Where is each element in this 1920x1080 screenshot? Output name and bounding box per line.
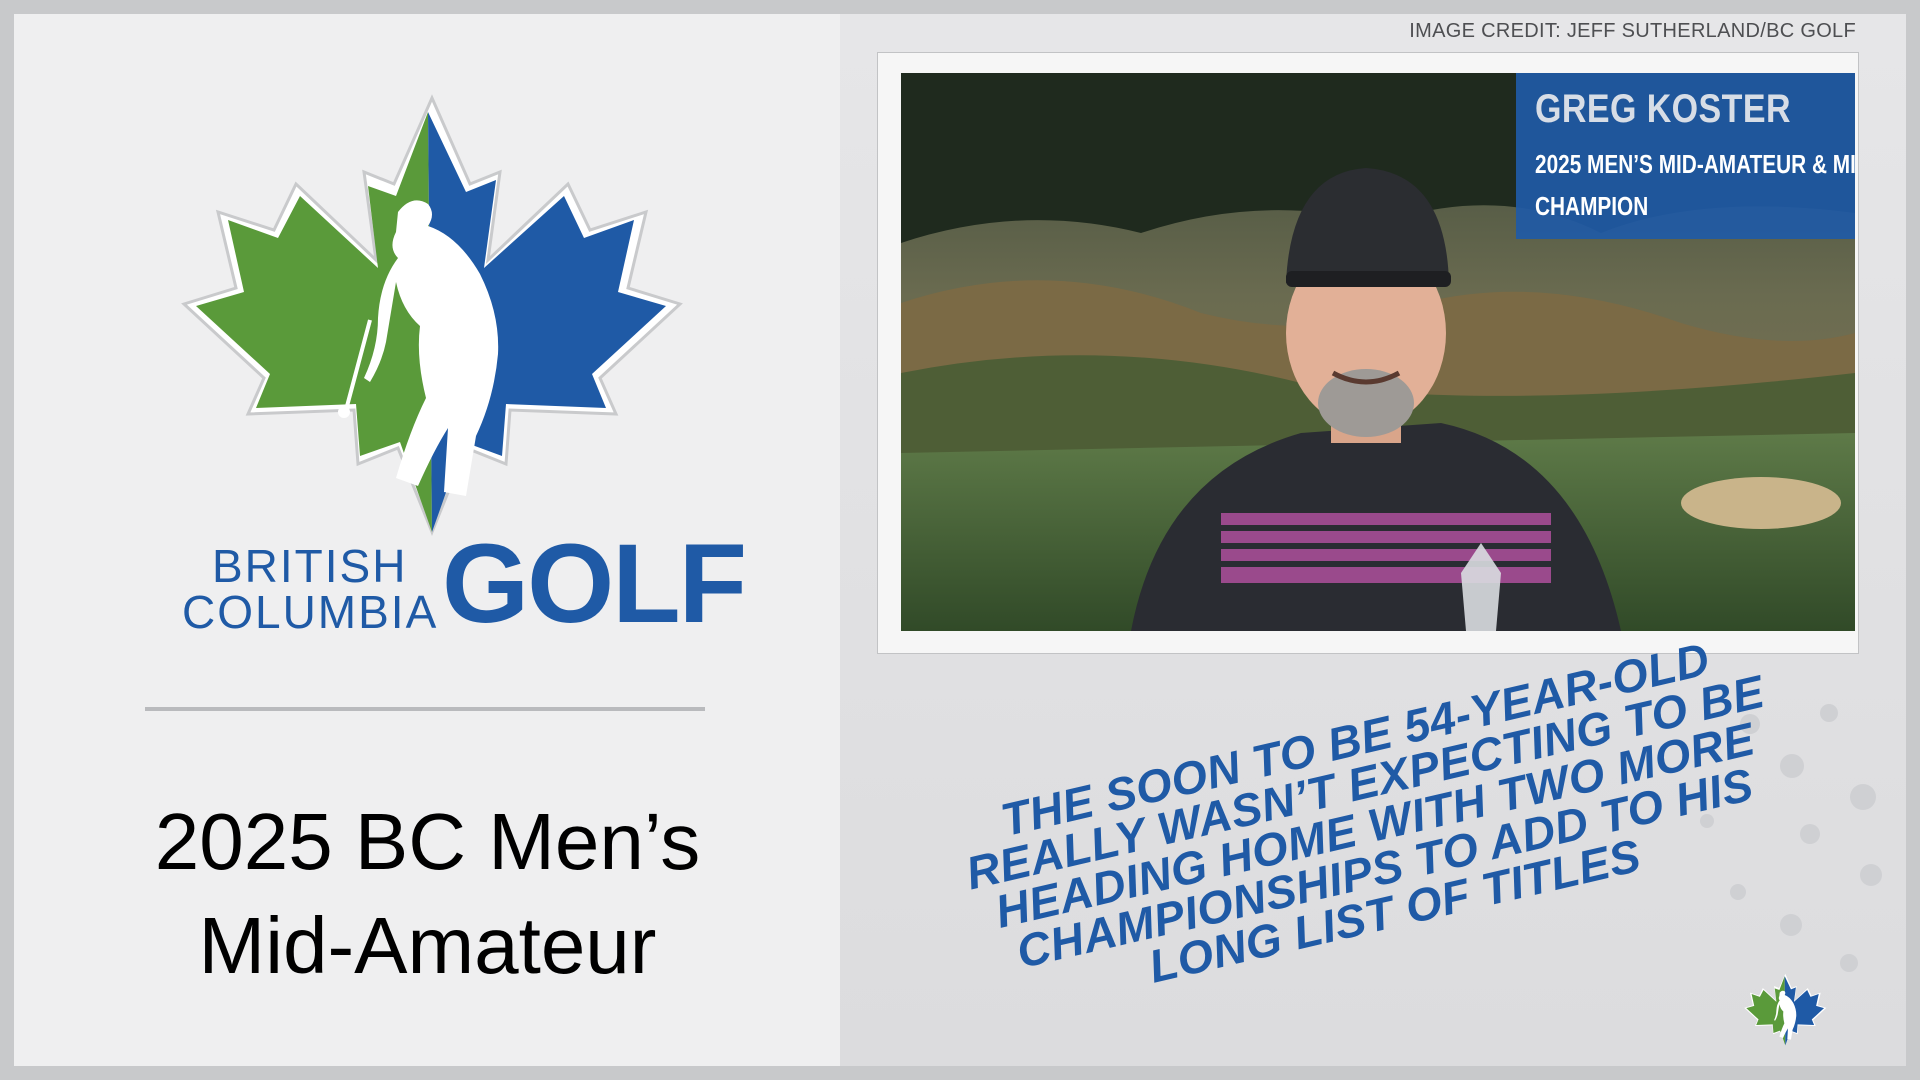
logo-columbia-text: COLUMBIA bbox=[182, 586, 439, 638]
maple-leaf-golfer-icon bbox=[181, 94, 683, 536]
image-credit: IMAGE CREDIT: JEFF SUTHERLAND/BC GOLF bbox=[1409, 20, 1856, 42]
divider bbox=[145, 707, 705, 711]
banner-event: 2025 MEN’S MID-AMATEUR & MI bbox=[1535, 149, 1855, 179]
champion-photo: GREG KOSTER 2025 MEN’S MID-AMATEUR & MI … bbox=[901, 73, 1855, 631]
banner-name: GREG KOSTER bbox=[1535, 87, 1791, 131]
logo-golf-text: GOLF bbox=[442, 521, 747, 646]
small-maple-leaf-logo-icon bbox=[1744, 973, 1827, 1046]
event-title: 2025 BC Men’s Mid-Amateur bbox=[40, 790, 815, 998]
banner-champion: CHAMPION bbox=[1535, 191, 1649, 221]
bc-golf-logo: BRITISH COLUMBIA GOLF bbox=[170, 92, 747, 652]
event-title-line-1: 2025 BC Men’s bbox=[154, 797, 701, 886]
event-title-line-2: Mid-Amateur bbox=[198, 901, 657, 990]
